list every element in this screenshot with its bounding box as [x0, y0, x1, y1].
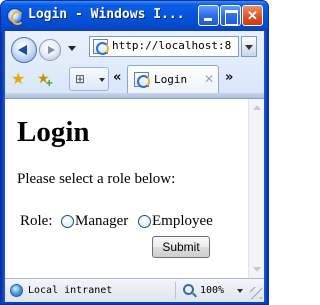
forward-button[interactable]	[39, 39, 61, 61]
quick-tabs-icon: ⊞	[75, 72, 86, 86]
tab-close-icon[interactable]: ✕	[204, 72, 214, 86]
resize-grip[interactable]	[250, 287, 262, 299]
window-frame-right	[264, 31, 268, 304]
manager-radio[interactable]	[61, 215, 74, 228]
employee-radio-label[interactable]: Employee	[152, 212, 213, 230]
back-button[interactable]	[11, 37, 37, 63]
status-separator	[175, 282, 176, 299]
browser-window: Login - Windows I... ✕ http://localhost:…	[0, 0, 269, 305]
recent-pages-dropdown[interactable]	[68, 46, 76, 51]
status-bar: Local intranet 100%	[5, 278, 264, 302]
ie-logo-icon	[7, 8, 24, 25]
address-input[interactable]: http://localhost:8	[112, 39, 231, 52]
maximize-button[interactable]	[220, 5, 241, 26]
ie-page-icon	[93, 39, 109, 55]
tab-scroll-right-button[interactable]: »	[225, 71, 233, 85]
title-bar[interactable]: Login - Windows I... ✕	[1, 1, 268, 31]
scroll-down-icon[interactable]	[252, 265, 262, 275]
tab-label: Login	[154, 73, 188, 86]
chevron-down-icon[interactable]	[237, 289, 243, 293]
page-viewport: Login Please select a role below: Role: …	[5, 98, 264, 279]
zoom-level[interactable]: 100%	[200, 285, 224, 296]
security-zone-text: Local intranet	[28, 285, 113, 296]
magnifier-icon[interactable]	[183, 284, 194, 295]
close-button[interactable]: ✕	[242, 5, 263, 26]
window-title: Login - Windows I...	[28, 7, 185, 22]
tab-login[interactable]: Login ✕	[127, 65, 219, 93]
globe-icon	[10, 284, 23, 297]
manager-radio-label[interactable]: Manager	[75, 212, 128, 230]
minimize-button[interactable]	[198, 5, 219, 26]
submit-button[interactable]: Submit	[152, 236, 210, 258]
add-favorite-icon[interactable]: ★	[37, 71, 53, 92]
address-bar[interactable]: http://localhost:8	[89, 36, 239, 57]
employee-radio[interactable]	[138, 215, 151, 228]
role-label: Role:	[20, 213, 53, 229]
page-title: Login	[17, 116, 90, 148]
page-content: Login Please select a role below: Role: …	[5, 99, 246, 279]
quick-tabs-button[interactable]: ⊞	[69, 67, 109, 91]
browser-toolbar: http://localhost:8 ★ ★ ⊞ « Login ✕ »	[5, 31, 264, 98]
chevron-down-icon	[99, 78, 105, 82]
instruction-text: Please select a role below:	[17, 171, 176, 187]
favorites-star-icon[interactable]: ★	[11, 71, 25, 87]
address-dropdown-button[interactable]	[241, 36, 257, 57]
ie-page-icon	[134, 72, 150, 88]
close-icon: ✕	[247, 8, 258, 23]
tab-scroll-left-button[interactable]: «	[113, 71, 121, 85]
scroll-up-icon[interactable]	[252, 103, 262, 113]
vertical-scrollbar[interactable]	[248, 99, 264, 279]
